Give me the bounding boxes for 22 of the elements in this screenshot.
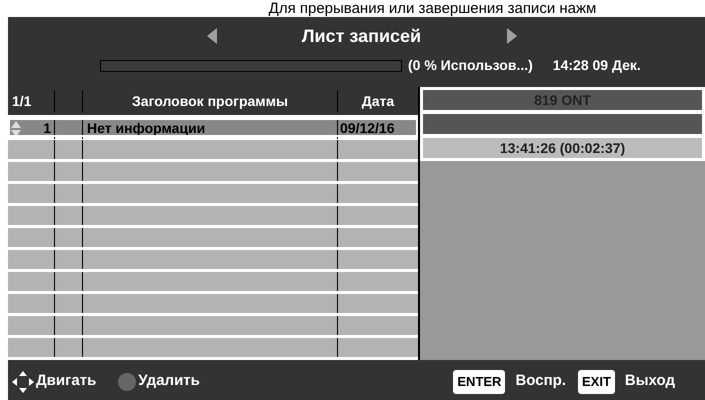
row-number: 1 bbox=[43, 119, 51, 138]
hint-label: Двигать bbox=[36, 371, 96, 392]
program-title: Нет информации bbox=[87, 119, 206, 138]
hint-label: Выход bbox=[624, 371, 675, 392]
usage-text: (0 % Использов...) bbox=[408, 56, 533, 75]
clock-text: 14:28 09 Дек. bbox=[552, 56, 641, 75]
key-label: ENTER bbox=[453, 370, 506, 394]
screen-title: Лист записей bbox=[300, 24, 422, 48]
right-arrow-icon[interactable] bbox=[506, 28, 516, 44]
time-field: 13:41:26 (00:02:37) bbox=[423, 138, 702, 158]
column-header: 1/1 bbox=[12, 92, 32, 110]
left-arrow-icon[interactable] bbox=[206, 28, 216, 44]
arrows-icon bbox=[12, 370, 34, 392]
key-label: EXIT bbox=[578, 370, 615, 394]
record-date: 09/12/16 bbox=[340, 119, 394, 138]
caption-text: Для прерывания или завершения записи нажм bbox=[268, 0, 596, 17]
hint-label: Воспр. bbox=[515, 371, 566, 392]
hint-label: Удалить bbox=[138, 371, 200, 392]
up-down-icon bbox=[11, 120, 21, 136]
recording-row[interactable]: 1 Нет информации 09/12/16 bbox=[8, 118, 418, 137]
column-header: Заголовок программы bbox=[132, 92, 288, 111]
column-header: Дата bbox=[362, 92, 394, 111]
